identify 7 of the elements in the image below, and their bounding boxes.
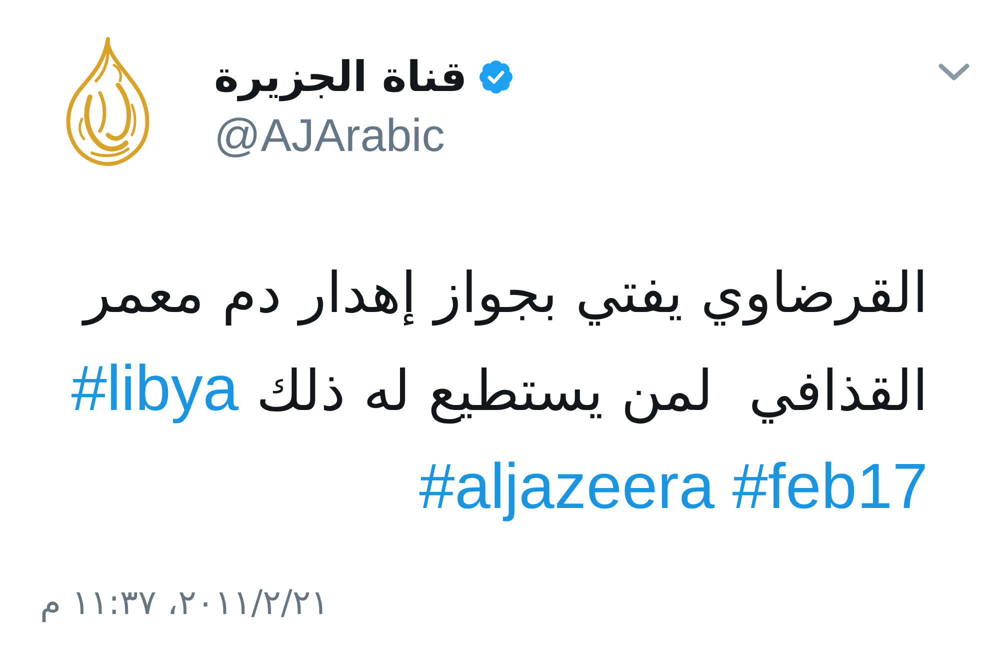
hashtag-link[interactable]: #libya [71, 352, 238, 424]
author-name[interactable]: قناة الجزيرة [214, 47, 468, 107]
hashtag-link[interactable]: #feb17 [732, 450, 928, 522]
chevron-down-icon[interactable] [938, 63, 970, 81]
author-handle[interactable]: @AJArabic [214, 107, 445, 163]
hashtag-link[interactable]: #aljazeera [419, 450, 714, 522]
tweet-timestamp: ٢٠١١/٢/٢١، ١١:٣٧ م [40, 582, 329, 625]
